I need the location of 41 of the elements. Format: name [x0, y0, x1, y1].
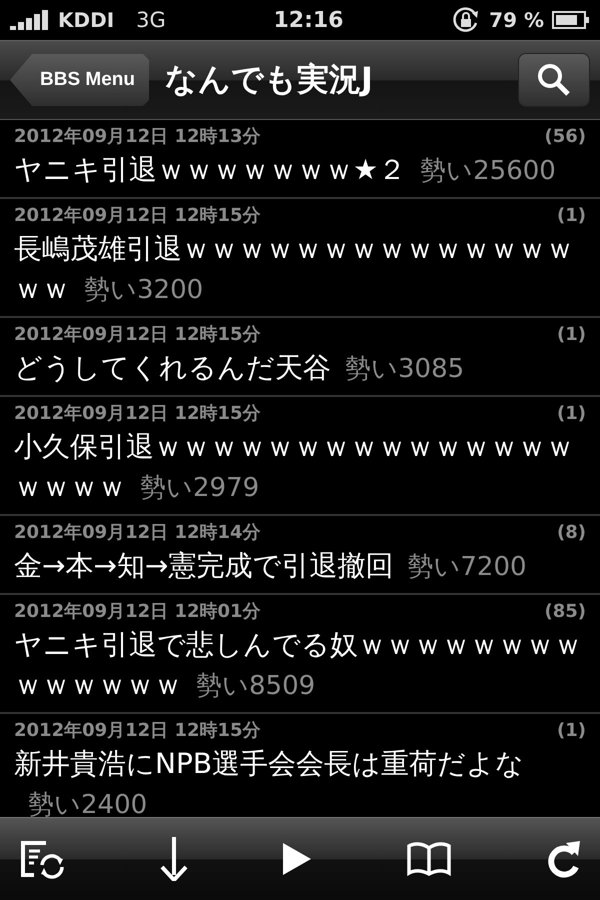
thread-date: 2012年09月12日 12時15分: [14, 204, 261, 228]
reply-count: (1): [557, 402, 586, 426]
reply-count: (85): [544, 600, 586, 624]
book-icon: [406, 842, 452, 876]
reply-count: (8): [557, 521, 586, 545]
down-arrow-icon: [160, 837, 188, 881]
thread-date: 2012年09月12日 12時15分: [14, 719, 261, 743]
network-type: 3G: [136, 8, 166, 32]
thread-title[interactable]: どうしてくれるんだ天谷 勢い3085: [14, 348, 586, 389]
thread-title[interactable]: ヤニキ引退ｗｗｗｗｗｗｗ★２ 勢い25600: [14, 150, 586, 191]
play-button[interactable]: [282, 842, 312, 876]
reply-count: (1): [557, 204, 586, 228]
thread-title[interactable]: 金→本→知→憲完成で引退撤回 勢い7200: [14, 546, 586, 587]
thread-title[interactable]: 新井貴浩にNPB選手会会長は重荷だよな 勢い2400: [14, 744, 586, 817]
reload-button[interactable]: [546, 839, 582, 879]
clock: 12:16: [272, 8, 344, 32]
reload-icon: [546, 839, 582, 879]
thread-title[interactable]: 小久保引退ｗｗｗｗｗｗｗｗｗｗｗｗｗｗｗｗｗｗｗ 勢い2979: [14, 427, 586, 508]
bookmarks-button[interactable]: [406, 842, 452, 876]
thread-date: 2012年09月12日 12時14分: [14, 521, 261, 545]
thread-date: 2012年09月12日 12時01分: [14, 600, 261, 624]
reply-count: (1): [557, 323, 586, 347]
thread-date: 2012年09月12日 12時15分: [14, 323, 261, 347]
thread-title[interactable]: ヤニキ引退で悲しんでる奴ｗｗｗｗｗｗｗｗｗｗｗｗｗｗ 勢い8509: [14, 625, 586, 706]
back-button[interactable]: BBS Menu: [10, 54, 149, 106]
reply-count: (56): [544, 125, 586, 149]
list-refresh-icon: [18, 839, 66, 879]
thread-title[interactable]: 長嶋茂雄引退ｗｗｗｗｗｗｗｗｗｗｗｗｗｗｗｗ 勢い3200: [14, 229, 586, 310]
search-icon: [536, 62, 572, 98]
carrier: KDDI: [58, 8, 114, 32]
thread-date: 2012年09月12日 12時15分: [14, 402, 261, 426]
nav-title: なんでも実況J: [165, 59, 374, 100]
thread-date: 2012年09月12日 12時13分: [14, 125, 261, 149]
refresh-list-button[interactable]: [18, 839, 66, 879]
scroll-down-button[interactable]: [160, 837, 188, 881]
play-icon: [282, 842, 312, 876]
signal-icon: [10, 10, 50, 30]
reply-count: (1): [557, 719, 586, 743]
battery-percent: 79 %: [489, 8, 544, 32]
battery-icon: [552, 10, 590, 30]
search-button[interactable]: [518, 53, 590, 107]
